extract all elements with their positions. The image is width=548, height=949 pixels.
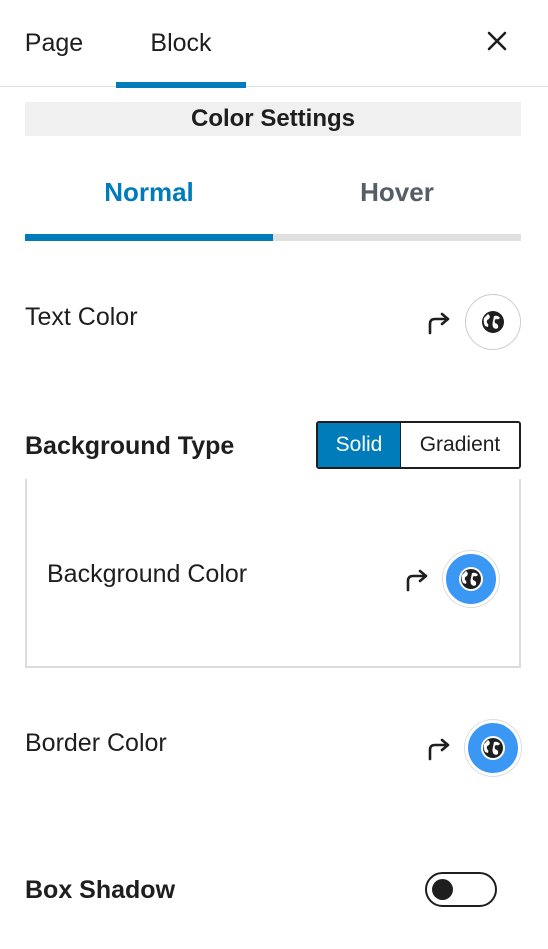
- background-type-toggle: Solid Gradient: [316, 421, 521, 469]
- text-color-swatch[interactable]: [465, 294, 521, 350]
- background-type-label: Background Type: [25, 432, 235, 460]
- border-color-reset-button[interactable]: [424, 734, 454, 764]
- background-color-reset-button[interactable]: [402, 565, 432, 595]
- globe-icon: [482, 311, 504, 333]
- box-shadow-toggle[interactable]: [425, 872, 497, 907]
- redo-arrow-icon: [428, 312, 450, 335]
- tab-hover[interactable]: Hover: [273, 150, 521, 234]
- background-type-gradient-button[interactable]: Gradient: [401, 423, 519, 467]
- border-color-swatch[interactable]: [465, 720, 521, 776]
- state-tabs: Normal Hover: [25, 150, 521, 242]
- box-shadow-label: Box Shadow: [25, 876, 176, 904]
- tab-page[interactable]: Page: [0, 0, 108, 87]
- state-tab-indicator: [25, 234, 273, 241]
- sidebar-tabbar: Page Block: [0, 0, 548, 88]
- tab-normal[interactable]: Normal: [25, 150, 273, 234]
- globe-icon: [481, 736, 505, 760]
- background-color-label: Background Color: [47, 560, 248, 588]
- close-button[interactable]: [476, 20, 518, 62]
- globe-icon: [459, 567, 483, 591]
- close-icon: [487, 31, 507, 51]
- redo-arrow-icon: [428, 738, 450, 761]
- state-tab-track: [25, 234, 521, 241]
- border-color-label: Border Color: [25, 729, 167, 757]
- redo-arrow-icon: [406, 569, 428, 592]
- toggle-knob: [432, 879, 453, 900]
- color-settings-title: Color Settings: [25, 102, 521, 136]
- background-type-solid-button[interactable]: Solid: [318, 423, 401, 467]
- text-color-label: Text Color: [25, 303, 138, 331]
- background-color-swatch[interactable]: [443, 551, 499, 607]
- text-color-reset-button[interactable]: [424, 308, 454, 338]
- tab-block[interactable]: Block: [116, 0, 246, 88]
